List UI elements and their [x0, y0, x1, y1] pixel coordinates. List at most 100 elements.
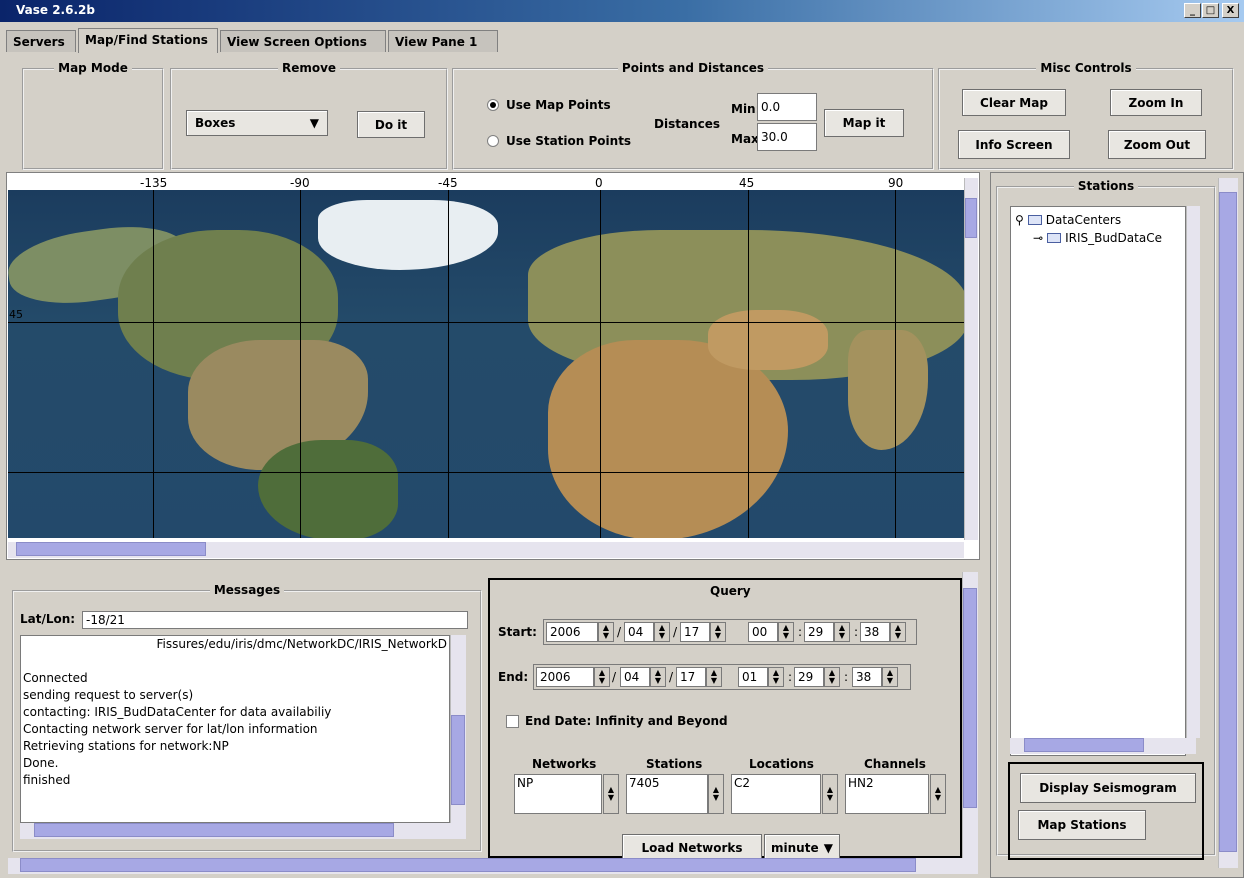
use-station-points-radio[interactable] — [487, 135, 499, 147]
start-year-spinner[interactable]: 2006 ▲ ▼ — [546, 622, 614, 642]
maximize-button[interactable]: □ — [1202, 3, 1219, 18]
spinner-arrows-icon[interactable]: ▲ ▼ — [706, 667, 722, 687]
tab-map-find-stations[interactable]: Map/Find Stations — [78, 28, 218, 53]
tree-vertical-scrollbar[interactable] — [1186, 206, 1200, 738]
map-mode-title: Map Mode — [54, 61, 132, 75]
start-hour-spinner[interactable]: 00 ▲ ▼ — [748, 622, 794, 642]
end-infinity-label: End Date: Infinity and Beyond — [525, 714, 728, 728]
scroll-thumb[interactable] — [34, 823, 394, 837]
end-day-spinner[interactable]: 17 ▲ ▼ — [676, 667, 722, 687]
end-second-spinner[interactable]: 38 ▲ ▼ — [852, 667, 898, 687]
spinner-arrows-icon[interactable]: ▲ ▼ — [882, 667, 898, 687]
bottom-horizontal-scrollbar[interactable] — [8, 858, 978, 874]
spinner-arrows-icon[interactable]: ▲ ▼ — [598, 622, 614, 642]
use-map-points-radio[interactable] — [487, 99, 499, 111]
tree-horizontal-scrollbar[interactable] — [1010, 738, 1196, 754]
query-title: Query — [706, 584, 755, 598]
zoom-out-button[interactable]: Zoom Out — [1108, 130, 1206, 159]
zoom-in-button[interactable]: Zoom In — [1110, 89, 1202, 116]
info-screen-button[interactable]: Info Screen — [958, 130, 1070, 159]
tree-node-datacenters[interactable]: ⚲ DataCenters — [1015, 213, 1121, 227]
min-distance-input[interactable]: 0.0 — [757, 93, 817, 121]
tab-servers[interactable]: Servers — [6, 30, 76, 52]
end-year-spinner[interactable]: 2006 ▲ ▼ — [536, 667, 610, 687]
grid-line — [895, 190, 896, 538]
stations-list[interactable]: 7405 — [626, 774, 708, 814]
tab-view-screen-options[interactable]: View Screen Options — [220, 30, 386, 52]
max-distance-input[interactable]: 30.0 — [757, 123, 817, 151]
latlon-input[interactable]: -18/21 — [82, 611, 468, 629]
close-button[interactable]: X — [1222, 3, 1239, 18]
networks-list[interactable]: NP — [514, 774, 602, 814]
window-title: Vase 2.6.2b — [16, 3, 95, 17]
locations-scroll-icon[interactable]: ▲ ▼ — [822, 774, 838, 814]
networks-scroll-icon[interactable]: ▲ ▼ — [603, 774, 619, 814]
grid-line — [300, 190, 301, 538]
right-vertical-scrollbar[interactable] — [1218, 178, 1238, 868]
stations-tree[interactable]: ⚲ DataCenters ⊸ IRIS_BudDataCe — [1010, 206, 1186, 756]
scroll-thumb[interactable] — [451, 715, 465, 805]
node-toggle-icon[interactable]: ⚲ — [1015, 213, 1024, 227]
start-second-spinner[interactable]: 38 ▲ ▼ — [860, 622, 906, 642]
map-it-button[interactable]: Map it — [824, 109, 904, 137]
remove-title: Remove — [277, 61, 341, 75]
spinner-arrows-icon[interactable]: ▲ ▼ — [778, 622, 794, 642]
log-line: Contacting network server for lat/lon in… — [23, 722, 318, 736]
stations-scroll-icon[interactable]: ▲ ▼ — [708, 774, 724, 814]
latitude-tick: 45 — [9, 308, 23, 321]
log-line: Retrieving stations for network:NP — [23, 739, 229, 753]
spinner-arrows-icon[interactable]: ▲ ▼ — [654, 622, 670, 642]
grid-line — [8, 472, 964, 473]
display-seismogram-button[interactable]: Display Seismogram — [1020, 773, 1196, 803]
scroll-thumb[interactable] — [965, 198, 977, 238]
distances-label: Distances — [654, 117, 720, 131]
map-horizontal-scrollbar[interactable] — [8, 542, 964, 558]
spinner-arrows-icon[interactable]: ▲ ▼ — [834, 622, 850, 642]
scroll-thumb[interactable] — [1024, 738, 1144, 752]
channels-scroll-icon[interactable]: ▲ ▼ — [930, 774, 946, 814]
end-infinity-checkbox[interactable] — [506, 715, 519, 728]
node-toggle-icon[interactable]: ⊸ — [1033, 231, 1043, 245]
log-line: Connected — [23, 671, 88, 685]
spinner-arrows-icon[interactable]: ▲ ▼ — [768, 667, 784, 687]
greenland-ice — [318, 200, 498, 270]
end-label: End: — [498, 670, 529, 684]
scroll-thumb[interactable] — [963, 588, 977, 808]
messages-vertical-scrollbar[interactable] — [450, 635, 466, 823]
end-month-spinner[interactable]: 04 ▲ ▼ — [620, 667, 666, 687]
stations-label: Stations — [646, 757, 703, 771]
scroll-thumb[interactable] — [16, 542, 206, 556]
spinner-arrows-icon[interactable]: ▲ ▼ — [890, 622, 906, 642]
map-stations-button[interactable]: Map Stations — [1018, 810, 1146, 840]
spinner-arrows-icon[interactable]: ▲ ▼ — [710, 622, 726, 642]
map-vertical-scrollbar[interactable] — [964, 178, 978, 540]
grid-line — [8, 322, 964, 323]
end-minute-spinner[interactable]: 29 ▲ ▼ — [794, 667, 840, 687]
start-minute-spinner[interactable]: 29 ▲ ▼ — [804, 622, 850, 642]
start-day-spinner[interactable]: 17 ▲ ▼ — [680, 622, 726, 642]
tab-view-pane-1[interactable]: View Pane 1 — [388, 30, 498, 52]
channels-list[interactable]: HN2 — [845, 774, 929, 814]
minimize-button[interactable]: _ — [1184, 3, 1201, 18]
clear-map-button[interactable]: Clear Map — [962, 89, 1066, 116]
scroll-thumb[interactable] — [20, 858, 916, 872]
messages-log[interactable]: Fissures/edu/iris/dmc/NetworkDC/IRIS_Net… — [20, 635, 450, 823]
tree-node-iris[interactable]: ⊸ IRIS_BudDataCe — [1033, 231, 1183, 245]
spinner-arrows-icon[interactable]: ▲ ▼ — [594, 667, 610, 687]
start-label: Start: — [498, 625, 537, 639]
longitude-tick: 0 — [595, 176, 603, 190]
locations-list[interactable]: C2 — [731, 774, 821, 814]
end-hour-spinner[interactable]: 01 ▲ ▼ — [738, 667, 784, 687]
messages-horizontal-scrollbar[interactable] — [20, 823, 466, 839]
start-month-spinner[interactable]: 04 ▲ ▼ — [624, 622, 670, 642]
spinner-arrows-icon[interactable]: ▲ ▼ — [824, 667, 840, 687]
longitude-tick: 90 — [888, 176, 904, 190]
query-vertical-scrollbar[interactable] — [962, 572, 978, 862]
scroll-thumb[interactable] — [1219, 192, 1237, 852]
longitude-tick: -90 — [290, 176, 310, 190]
do-it-button[interactable]: Do it — [357, 111, 425, 138]
remove-type-select[interactable]: Boxes ▼ — [186, 110, 328, 136]
world-map[interactable]: 45 — [8, 190, 964, 538]
spinner-arrows-icon[interactable]: ▲ ▼ — [650, 667, 666, 687]
